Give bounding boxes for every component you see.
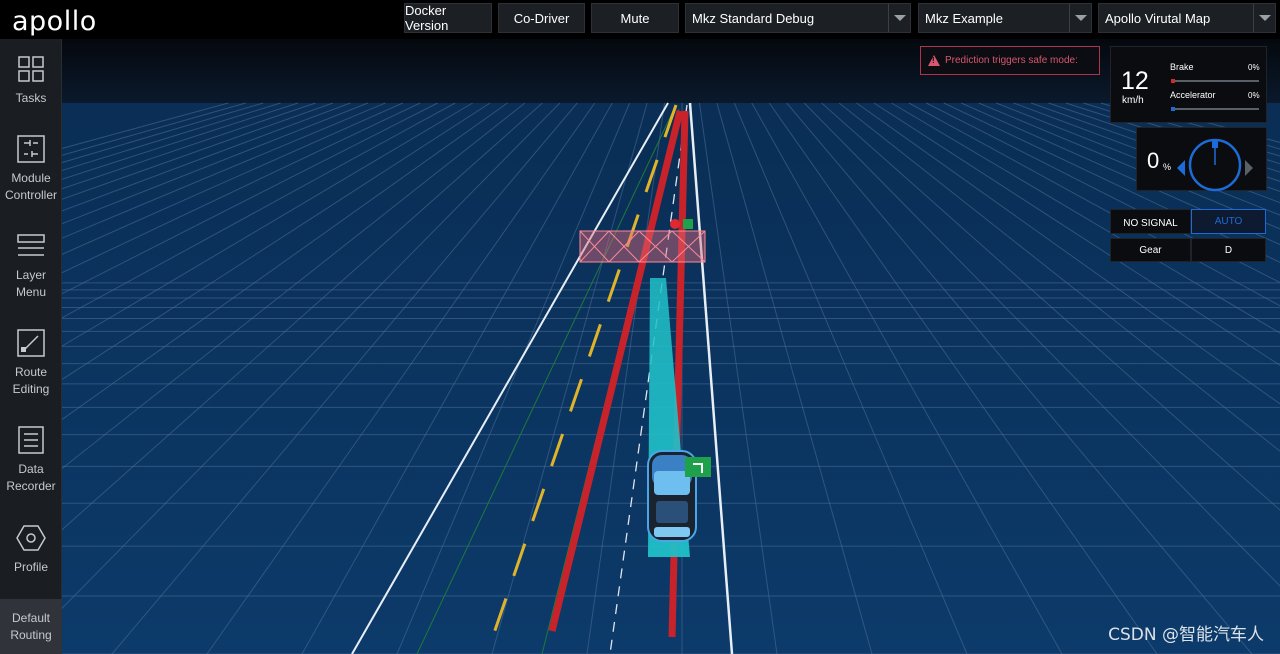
co-driver-button[interactable]: Co-Driver	[498, 3, 585, 33]
route-icon	[17, 329, 45, 357]
chevron-down-icon	[1253, 4, 1275, 32]
accelerator-value: 0%	[1248, 91, 1260, 100]
vehicle-select[interactable]: Mkz Example	[918, 3, 1092, 33]
brake-label: Brake	[1170, 62, 1194, 72]
chevron-down-icon	[888, 4, 910, 32]
recorder-icon	[18, 426, 44, 454]
top-header: apollo Docker Version Co-Driver Mute Mkz…	[0, 0, 1280, 39]
drive-mode-auto[interactable]: AUTO	[1191, 209, 1266, 234]
sidebar-item-layer-menu[interactable]: Layer Menu	[0, 231, 62, 311]
mute-button[interactable]: Mute	[591, 3, 679, 33]
hexagon-icon	[16, 525, 46, 551]
gear-value: D	[1191, 238, 1266, 262]
stop-fence	[579, 230, 706, 263]
sidebar-item-route-editing[interactable]: Route Editing	[0, 328, 62, 408]
sidebar-item-module-controller[interactable]: Module Controller	[0, 134, 62, 214]
sidebar-item-label: Profile	[13, 560, 48, 574]
grid-icon	[18, 56, 44, 82]
map-select-value: Apollo Virutal Map	[1105, 10, 1211, 26]
apollo-logo: apollo	[12, 6, 97, 37]
accelerator-label: Accelerator	[1170, 90, 1216, 100]
brake-meter	[1171, 79, 1259, 83]
brake-fill	[1171, 79, 1175, 83]
brake-value: 0%	[1248, 63, 1260, 72]
scene-canvas[interactable]	[62, 39, 1280, 654]
sidebar-item-tasks[interactable]: Tasks	[0, 54, 62, 134]
map-scene[interactable]	[62, 39, 1280, 654]
safe-mode-alert: Prediction triggers safe mode:	[920, 46, 1100, 75]
sidebar-item-data-recorder[interactable]: Data Recorder	[0, 425, 62, 505]
chevron-down-icon	[1069, 4, 1091, 32]
docker-version-button[interactable]: Docker Version	[404, 3, 492, 33]
steering-unit: %	[1163, 162, 1172, 172]
flag-icon	[683, 219, 693, 229]
sidebar: Tasks Module Controller Layer Menu Route…	[0, 39, 62, 654]
steering-wheel-icon	[1177, 138, 1253, 192]
sliders-icon	[17, 135, 45, 163]
sidebar-item-profile[interactable]: Profile	[0, 523, 62, 583]
speed-value: 12	[1121, 67, 1149, 95]
gear-label: Gear	[1110, 238, 1191, 262]
accelerator-meter	[1171, 107, 1259, 111]
default-routing-button[interactable]: Default Routing	[0, 599, 62, 654]
sidebar-item-label: Tasks	[15, 91, 47, 105]
sidebar-item-label: Layer Menu	[15, 268, 47, 299]
steering-panel: 0 %	[1136, 127, 1267, 192]
alert-message: Prediction triggers safe mode:	[945, 55, 1078, 66]
layers-icon	[17, 234, 45, 256]
default-routing-label: Default Routing	[10, 610, 52, 642]
mode-select[interactable]: Mkz Standard Debug	[685, 3, 911, 33]
sidebar-item-label: Data Recorder	[6, 462, 56, 493]
vehicle-select-value: Mkz Example	[925, 10, 1004, 26]
map-select[interactable]: Apollo Virutal Map	[1098, 3, 1276, 33]
turn-signal-status: NO SIGNAL	[1110, 209, 1191, 234]
stop-sign-icon	[670, 219, 680, 229]
watermark: CSDN @智能汽车人	[1108, 625, 1264, 645]
speed-panel: 12 km/h Brake 0% Accelerator 0%	[1110, 46, 1267, 123]
warning-icon	[928, 55, 940, 66]
sidebar-item-label: Module Controller	[4, 171, 58, 202]
accelerator-fill	[1171, 107, 1175, 111]
speed-unit: km/h	[1122, 95, 1144, 106]
route-turn-sign	[685, 457, 711, 477]
mode-select-value: Mkz Standard Debug	[692, 10, 815, 26]
steering-value: 0	[1147, 148, 1160, 173]
sidebar-item-label: Route Editing	[12, 365, 50, 396]
